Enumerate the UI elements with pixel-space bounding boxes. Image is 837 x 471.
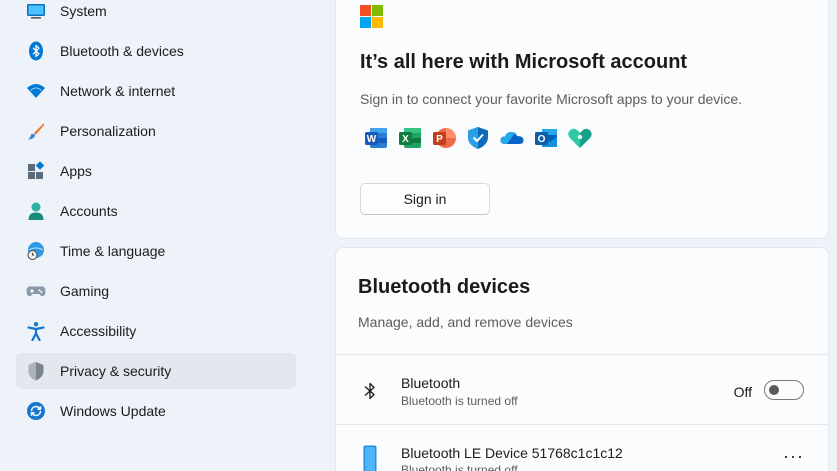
gamepad-icon: [26, 281, 46, 301]
bluetooth-row-title: Bluetooth: [401, 375, 461, 391]
toggle-knob: [769, 385, 779, 395]
svg-text:P: P: [436, 134, 443, 145]
apps-icon: [26, 161, 46, 181]
section-subtitle: Manage, add, and remove devices: [358, 314, 573, 330]
sidebar-item-label: Privacy & security: [60, 363, 172, 379]
accessibility-icon: [26, 321, 46, 341]
sidebar-item-privacy-security[interactable]: Privacy & security: [16, 353, 296, 389]
person-icon: [26, 201, 46, 221]
shield-icon: [26, 361, 46, 381]
bluetooth-icon: [26, 41, 46, 61]
divider: [336, 354, 828, 355]
brush-icon: [26, 121, 46, 141]
sidebar-item-windows-update[interactable]: Windows Update: [16, 393, 296, 429]
sidebar-item-network[interactable]: Network & internet: [16, 73, 296, 109]
word-icon: W: [363, 125, 389, 151]
sidebar-item-time-language[interactable]: Time & language: [16, 233, 296, 269]
device-status: Bluetooth is turned off: [401, 463, 518, 471]
sidebar-item-label: Gaming: [60, 283, 110, 299]
sidebar-item-label: Bluetooth & devices: [60, 43, 184, 59]
svg-text:O: O: [538, 134, 546, 145]
family-icon: [567, 125, 593, 151]
sidebar-item-label: Accessibility: [60, 323, 137, 339]
powerpoint-icon: P: [431, 125, 457, 151]
sidebar-item-label: Network & internet: [60, 83, 176, 99]
sidebar-item-system[interactable]: System: [16, 0, 296, 29]
sidebar-item-gaming[interactable]: Gaming: [16, 273, 296, 309]
sidebar: System Bluetooth & devices Network & int…: [0, 0, 320, 471]
microsoft-logo-icon: [360, 5, 383, 28]
sidebar-item-personalization[interactable]: Personalization: [16, 113, 296, 149]
section-title: Bluetooth devices: [358, 276, 531, 298]
divider: [336, 424, 828, 425]
sidebar-item-label: Personalization: [60, 123, 156, 139]
sidebar-item-accounts[interactable]: Accounts: [16, 193, 296, 229]
sidebar-item-accessibility[interactable]: Accessibility: [16, 313, 296, 349]
more-options-button[interactable]: ···: [783, 446, 804, 467]
microsoft-account-card: It’s all here with Microsoft account Sig…: [335, 0, 829, 239]
sidebar-item-label: System: [60, 3, 107, 19]
bluetooth-icon: [362, 381, 378, 406]
wifi-icon: [26, 81, 46, 101]
device-name: Bluetooth LE Device 51768c1c1c12: [401, 445, 623, 461]
promo-title: It’s all here with Microsoft account: [360, 51, 688, 73]
sign-in-button[interactable]: Sign in: [360, 183, 490, 215]
sidebar-item-bluetooth-devices[interactable]: Bluetooth & devices: [16, 33, 296, 69]
globe-clock-icon: [26, 241, 46, 261]
sidebar-item-label: Accounts: [60, 203, 118, 219]
bluetooth-toggle[interactable]: [764, 380, 804, 400]
excel-icon: X: [397, 125, 423, 151]
sidebar-item-label: Time & language: [60, 243, 166, 259]
sidebar-item-label: Apps: [60, 163, 92, 179]
sidebar-item-apps[interactable]: Apps: [16, 153, 296, 189]
defender-icon: [465, 125, 491, 151]
outlook-icon: O: [533, 125, 559, 151]
svg-text:X: X: [402, 134, 409, 145]
svg-text:W: W: [367, 134, 377, 145]
toggle-state-label: Off: [733, 384, 752, 400]
sidebar-item-label: Windows Update: [60, 403, 166, 419]
update-icon: [26, 401, 46, 421]
bluetooth-row-status: Bluetooth is turned off: [401, 394, 518, 408]
bluetooth-devices-card: Bluetooth devices Manage, add, and remov…: [335, 247, 829, 471]
monitor-icon: [26, 1, 46, 21]
promo-subtitle: Sign in to connect your favorite Microso…: [360, 91, 743, 107]
phone-icon: [363, 445, 377, 471]
onedrive-icon: [499, 125, 525, 151]
